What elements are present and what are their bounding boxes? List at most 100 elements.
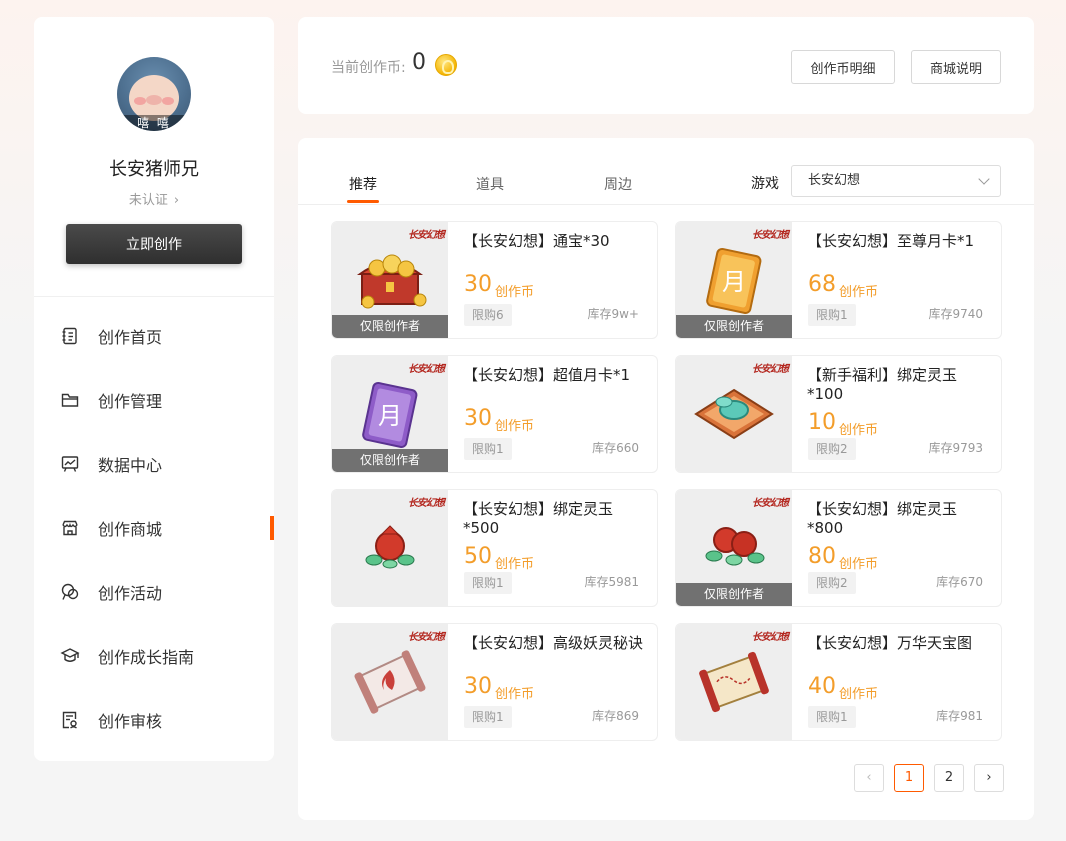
shop-explain-button[interactable]: 商城说明 (911, 50, 1001, 84)
game-logo: 长安幻想 (752, 632, 789, 643)
product-price: 30 (464, 674, 492, 699)
game-select-value: 长安幻想 (808, 173, 861, 188)
chart-board-icon (61, 456, 79, 472)
price-unit: 创作币 (495, 285, 535, 300)
product-card[interactable]: 长安幻想 【长安幻想】高级妖灵秘诀 30 创作币 限购1 库存869 (331, 623, 658, 741)
tab-items[interactable]: 道具 (476, 174, 504, 194)
product-title: 【新手福利】绑定灵玉*100 (807, 366, 958, 403)
sidebar-item-label: 创作活动 (98, 584, 163, 603)
sidebar: 嘻 嘻 长安猪师兄 未认证 › 立即创作 创作首页 创作管理 数据中心 创作商城 … (34, 17, 274, 761)
activity-icon (61, 583, 79, 600)
stock-count: 库存670 (936, 575, 983, 589)
game-logo: 长安幻想 (408, 498, 445, 509)
sidebar-item-label: 创作首页 (98, 328, 163, 347)
product-card[interactable]: 长安幻想 仅限创作者 【长安幻想】绑定灵玉*800 80 创作币 限购2 库存6… (675, 489, 1002, 607)
stock-count: 库存869 (592, 709, 639, 723)
price-unit: 创作币 (839, 557, 879, 572)
price-unit: 创作币 (495, 687, 535, 702)
sidebar-item-home[interactable]: 创作首页 (34, 304, 274, 368)
sidebar-item-label: 数据中心 (98, 456, 163, 475)
stock-count: 库存9740 (928, 307, 983, 321)
coin-detail-button[interactable]: 创作币明细 (791, 50, 895, 84)
tab-merch[interactable]: 周边 (604, 174, 632, 194)
sidebar-item-data[interactable]: 数据中心 (34, 432, 274, 496)
folder-icon (61, 393, 79, 407)
username: 长安猪师兄 (109, 159, 199, 180)
purchase-limit: 限购1 (464, 706, 512, 728)
price-unit: 创作币 (839, 687, 879, 702)
price-unit: 创作币 (495, 419, 535, 434)
product-price: 68 (808, 272, 836, 297)
next-page-button[interactable]: › (974, 764, 1004, 792)
sidebar-item-label: 创作管理 (98, 392, 163, 411)
coin-icon (435, 54, 457, 76)
game-logo: 长安幻想 (408, 364, 445, 375)
notebook-icon (62, 327, 77, 345)
price-unit: 创作币 (495, 557, 535, 572)
product-card[interactable]: 月 长安幻想 仅限创作者 【长安幻想】至尊月卡*1 68 创作币 限购1 库存9… (675, 221, 1002, 339)
product-price: 30 (464, 272, 492, 297)
product-card[interactable]: 长安幻想 仅限创作者 【长安幻想】通宝*30 30 创作币 限购6 库存9w+ (331, 221, 658, 339)
avatar-caption: 嘻 嘻 (117, 115, 191, 131)
product-title: 【长安幻想】绑定灵玉*500 (463, 500, 614, 537)
sidebar-item-shop[interactable]: 创作商城 (34, 496, 274, 560)
purchase-limit: 限购6 (464, 304, 512, 326)
shop-main-card: 推荐 道具 周边 游戏 长安幻想 长安幻想 仅限创作者 【长安幻想】通宝*30 … (298, 138, 1034, 820)
coin-summary-card: 当前创作币: 0 创作币明细 商城说明 (298, 17, 1034, 114)
purchase-limit: 限购1 (464, 438, 512, 460)
product-title: 【长安幻想】高级妖灵秘诀 (463, 634, 644, 652)
product-card[interactable]: 长安幻想 【长安幻想】万华天宝图 40 创作币 限购1 库存981 (675, 623, 1002, 741)
product-title: 【长安幻想】绑定灵玉*800 (807, 500, 958, 537)
price-unit: 创作币 (839, 285, 879, 300)
page-1-button[interactable]: 1 (894, 764, 924, 792)
sidebar-item-label: 创作审核 (98, 712, 163, 731)
shop-icon (62, 520, 78, 536)
game-logo: 长安幻想 (752, 230, 789, 241)
game-logo: 长安幻想 (752, 498, 789, 509)
product-title: 【长安幻想】万华天宝图 (807, 634, 973, 652)
sidebar-item-label: 创作商城 (98, 520, 163, 539)
purchase-limit: 限购2 (808, 572, 856, 594)
creator-only-badge: 仅限创作者 (332, 449, 448, 472)
sidebar-item-guide[interactable]: 创作成长指南 (34, 624, 274, 688)
game-logo: 长安幻想 (752, 364, 789, 375)
purchase-limit: 限购1 (464, 572, 512, 594)
purchase-limit: 限购1 (808, 706, 856, 728)
pagination: ‹ 1 2 › (854, 764, 1004, 794)
sidebar-item-activity[interactable]: 创作活动 (34, 560, 274, 624)
chevron-down-icon (978, 173, 990, 185)
prev-page-button[interactable]: ‹ (854, 764, 884, 792)
creator-only-badge: 仅限创作者 (676, 315, 792, 338)
tab-recommend[interactable]: 推荐 (347, 174, 379, 203)
product-price: 10 (808, 410, 836, 435)
svg-text:月: 月 (722, 268, 746, 296)
game-logo: 长安幻想 (408, 632, 445, 643)
creator-only-badge: 仅限创作者 (676, 583, 792, 606)
product-price: 30 (464, 406, 492, 431)
auth-status-label: 未认证 (128, 193, 168, 208)
creator-only-badge: 仅限创作者 (332, 315, 448, 338)
product-card[interactable]: 长安幻想 【长安幻想】绑定灵玉*500 50 创作币 限购1 库存5981 (331, 489, 658, 607)
product-card[interactable]: 月 长安幻想 仅限创作者 【长安幻想】超值月卡*1 30 创作币 限购1 库存6… (331, 355, 658, 473)
game-select[interactable]: 长安幻想 (791, 165, 1001, 197)
auth-status-link[interactable]: 未认证 › (34, 189, 274, 208)
avatar[interactable]: 嘻 嘻 (117, 57, 191, 131)
sidebar-item-review[interactable]: 创作审核 (34, 688, 274, 752)
product-title: 【长安幻想】至尊月卡*1 (807, 232, 975, 250)
product-price: 80 (808, 544, 836, 569)
price-unit: 创作币 (839, 423, 879, 438)
review-icon (62, 711, 77, 729)
page-2-button[interactable]: 2 (934, 764, 964, 792)
purchase-limit: 限购2 (808, 438, 856, 460)
product-title: 【长安幻想】超值月卡*1 (463, 366, 631, 384)
coin-balance-value: 0 (412, 50, 426, 75)
sidebar-item-manage[interactable]: 创作管理 (34, 368, 274, 432)
stock-count: 库存9793 (928, 441, 983, 455)
profile-section: 嘻 嘻 长安猪师兄 未认证 › 立即创作 (34, 17, 274, 297)
coin-balance-label: 当前创作币: (331, 60, 406, 76)
purchase-limit: 限购1 (808, 304, 856, 326)
create-now-button[interactable]: 立即创作 (66, 224, 242, 264)
product-card[interactable]: 长安幻想 【新手福利】绑定灵玉*100 10 创作币 限购2 库存9793 (675, 355, 1002, 473)
svg-text:月: 月 (378, 402, 402, 430)
stock-count: 库存660 (592, 441, 639, 455)
